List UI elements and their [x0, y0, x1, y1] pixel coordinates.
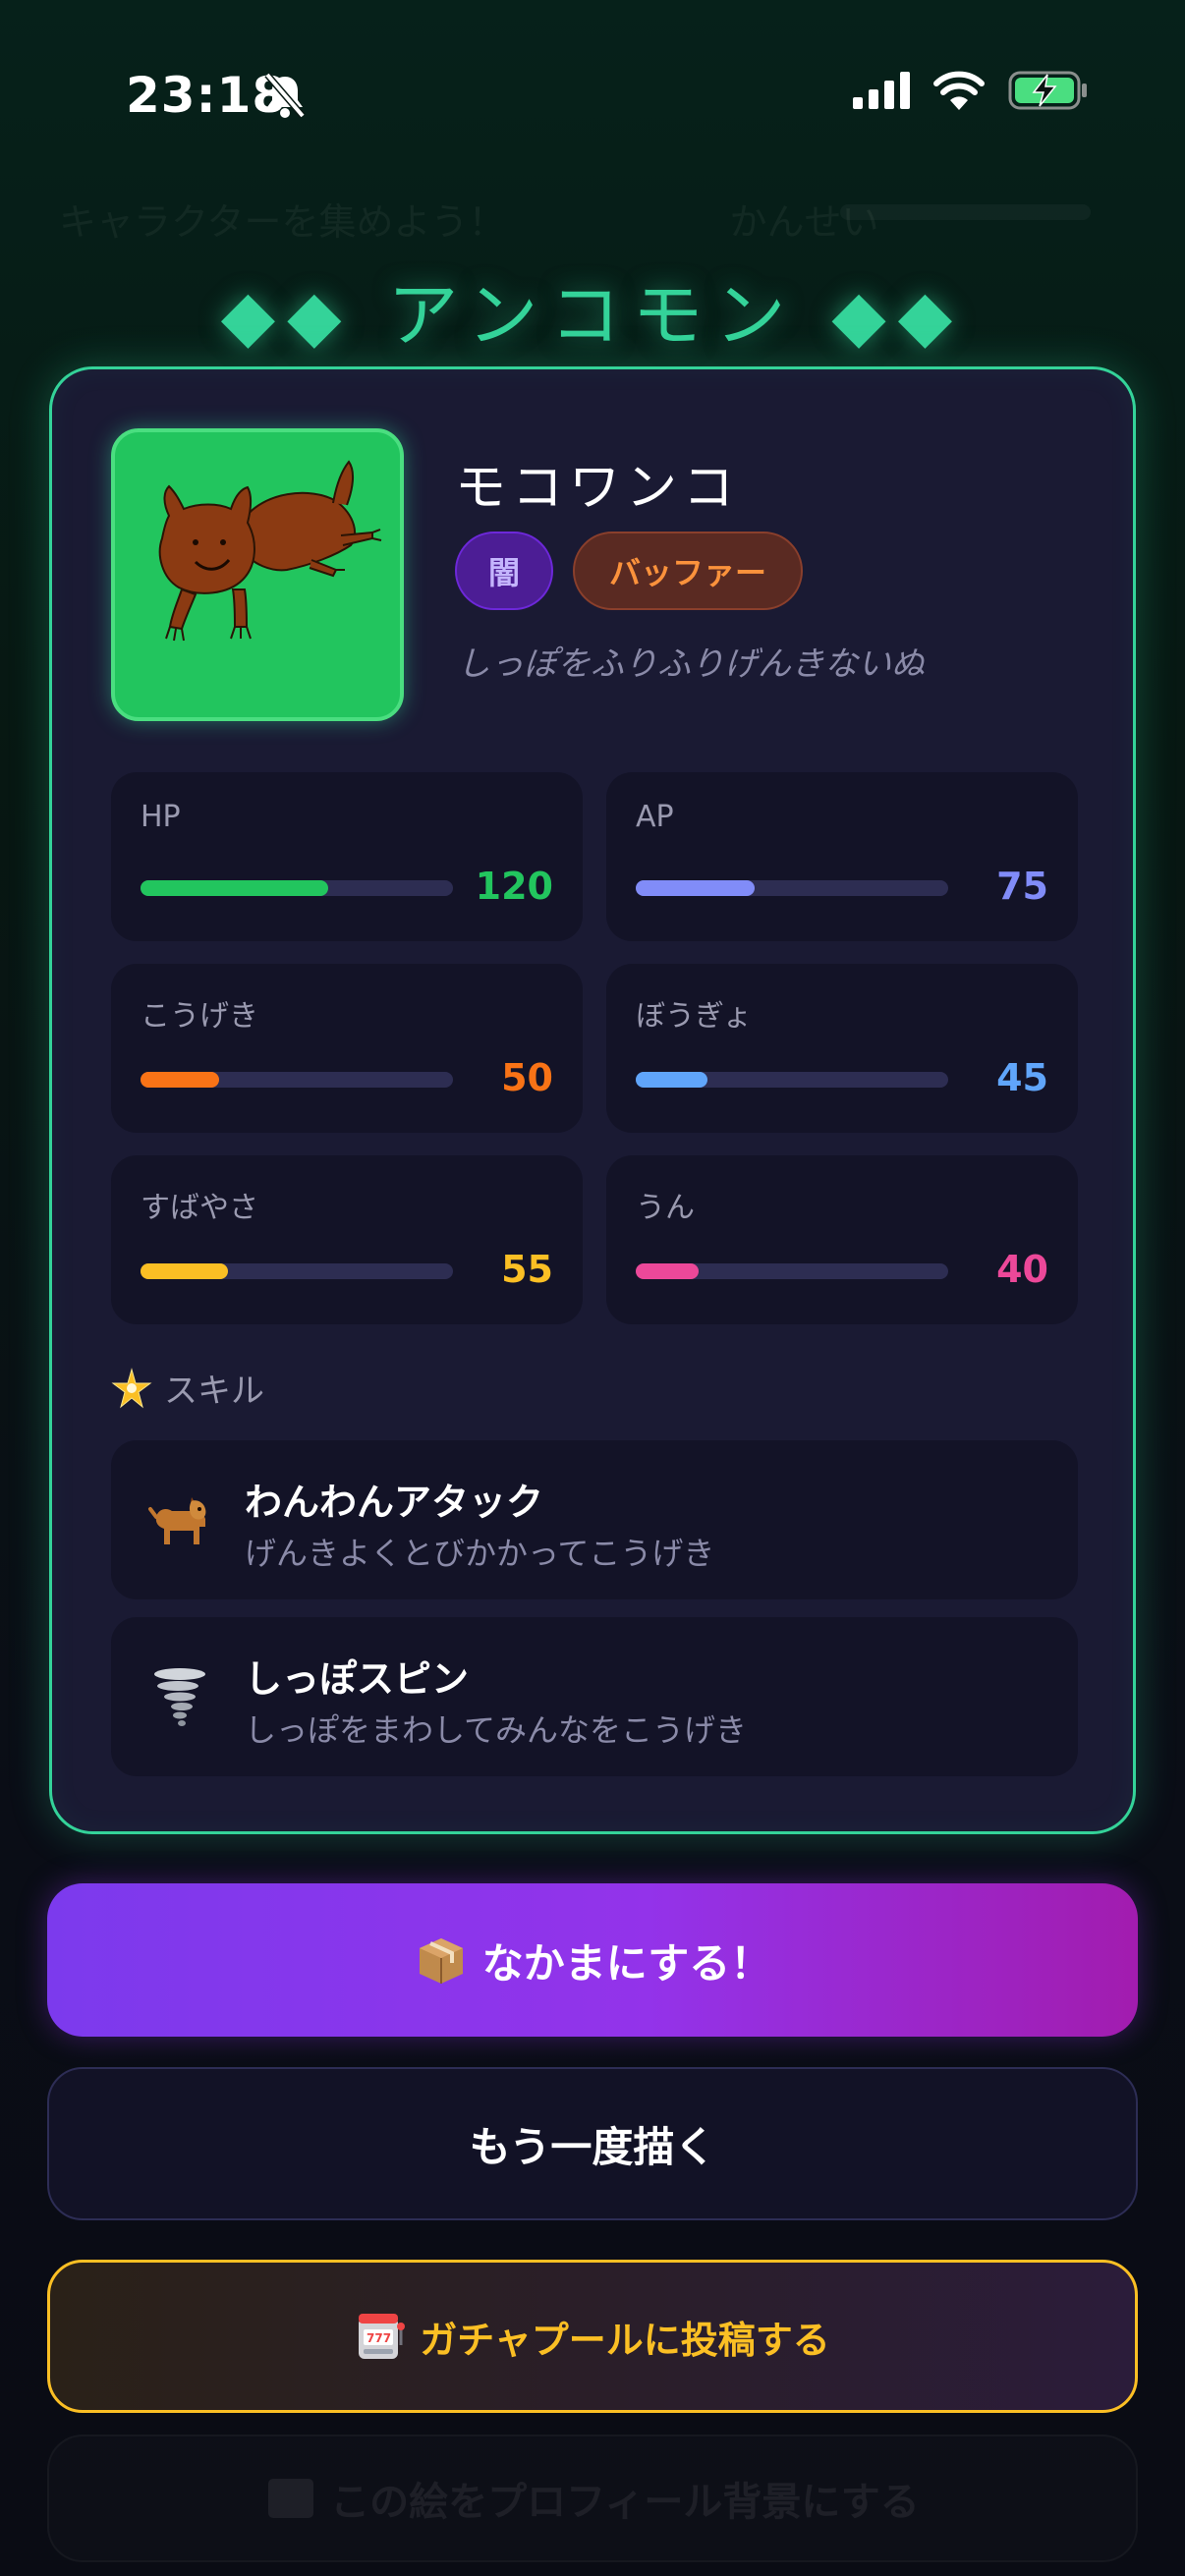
gacha-post-label: ガチャプールに投稿する [420, 2318, 830, 2362]
stat-label: すばやさ [141, 1191, 258, 1225]
redraw-label: もう一度描く [469, 2122, 716, 2171]
stat-label: うん [636, 1191, 695, 1225]
recruit-label: なかまにする！ [481, 1938, 772, 1988]
stat-bar-fill [141, 1263, 229, 1279]
stat-bar [636, 1263, 948, 1279]
character-tags: 闇 バッファー [455, 532, 803, 610]
stat-bar-fill [636, 880, 755, 896]
stat-bar-fill [141, 1072, 219, 1088]
skill-name: わんわんアタック [245, 1481, 544, 1524]
stat-hp: HP 120 [111, 772, 583, 941]
attribute-badge: 闇 [455, 532, 553, 610]
stat-defense: ぼうぎょ 45 [606, 964, 1078, 1133]
stat-speed: すばやさ 55 [111, 1155, 583, 1324]
stat-bar [141, 1263, 453, 1279]
character-portrait [111, 428, 404, 721]
stat-label: HP [141, 800, 181, 834]
battery-charging-icon [1008, 71, 1087, 110]
profile-background-label: この絵をプロフィール背景にする [330, 2480, 920, 2525]
stat-value: 55 [501, 1248, 553, 1291]
gacha-post-button[interactable]: 777 ガチャプールに投稿する [47, 2260, 1138, 2413]
character-card: モコワンコ 闇 バッファー しっぽをふりふりげんきないぬ HP 120 AP 7… [49, 366, 1136, 1834]
skill-card: しっぽスピン しっぽをまわしてみんなをこうげき [111, 1617, 1078, 1776]
character-description: しっぽをふりふりげんきないぬ [457, 644, 925, 684]
stat-bar [141, 880, 453, 896]
screen: 23:18 キャラクターを集めよう！ かんせい ◆◆ アンコモン ◆◆ モコワン… [0, 0, 1185, 2576]
skill-description: しっぽをまわしてみんなをこうげき [245, 1711, 748, 1749]
bell-slash-icon [264, 72, 306, 119]
stat-label: AP [636, 800, 674, 834]
package-icon [419, 1938, 463, 1984]
background-ghost-bar [840, 204, 1091, 220]
skill-description: げんきよくとびかかってこうげき [245, 1535, 715, 1572]
stat-bar [141, 1072, 453, 1088]
wifi-icon [933, 71, 985, 110]
sparkle-star-icon [111, 1367, 152, 1408]
profile-background-button[interactable]: この絵をプロフィール背景にする [47, 2435, 1138, 2562]
stat-bar-fill [636, 1072, 708, 1088]
slot-machine-icon: 777 [359, 2314, 406, 2359]
tornado-icon [154, 1668, 205, 1726]
skills-heading: スキル [111, 1364, 264, 1412]
brown-dog-drawing-icon [158, 460, 382, 642]
stat-label: こうげき [141, 999, 258, 1034]
stat-luck: うん 40 [606, 1155, 1078, 1324]
stat-value: 50 [501, 1056, 553, 1099]
stat-bar-fill [636, 1263, 699, 1279]
svg-text:777: 777 [367, 2331, 391, 2345]
stat-value: 40 [996, 1248, 1048, 1291]
skills-title: スキル [164, 1372, 264, 1411]
image-icon [268, 2479, 314, 2518]
stat-attack: こうげき 50 [111, 964, 583, 1133]
cellular-signal-icon [853, 72, 910, 109]
stat-value: 75 [996, 865, 1048, 908]
skill-name: しっぽスピン [245, 1657, 470, 1701]
rarity-label: ◆◆ アンコモン ◆◆ [220, 274, 965, 357]
stat-label: ぼうぎょ [636, 999, 753, 1034]
status-icons [853, 71, 1089, 110]
stat-value: 45 [996, 1056, 1048, 1099]
stat-value: 120 [475, 865, 553, 908]
skill-card: わんわんアタック げんきよくとびかかってこうげき [111, 1440, 1078, 1599]
recruit-button[interactable]: なかまにする！ [47, 1883, 1138, 2037]
role-badge: バッファー [573, 532, 803, 610]
stat-bar [636, 1072, 948, 1088]
redraw-button[interactable]: もう一度描く [47, 2067, 1138, 2220]
character-name: モコワンコ [455, 459, 741, 518]
stat-ap: AP 75 [606, 772, 1078, 941]
stat-bar [636, 880, 948, 896]
dog-icon [148, 1497, 206, 1544]
stat-bar-fill [141, 880, 328, 896]
background-ghost-text: キャラクターを集めよう！ かんせい [59, 200, 879, 244]
